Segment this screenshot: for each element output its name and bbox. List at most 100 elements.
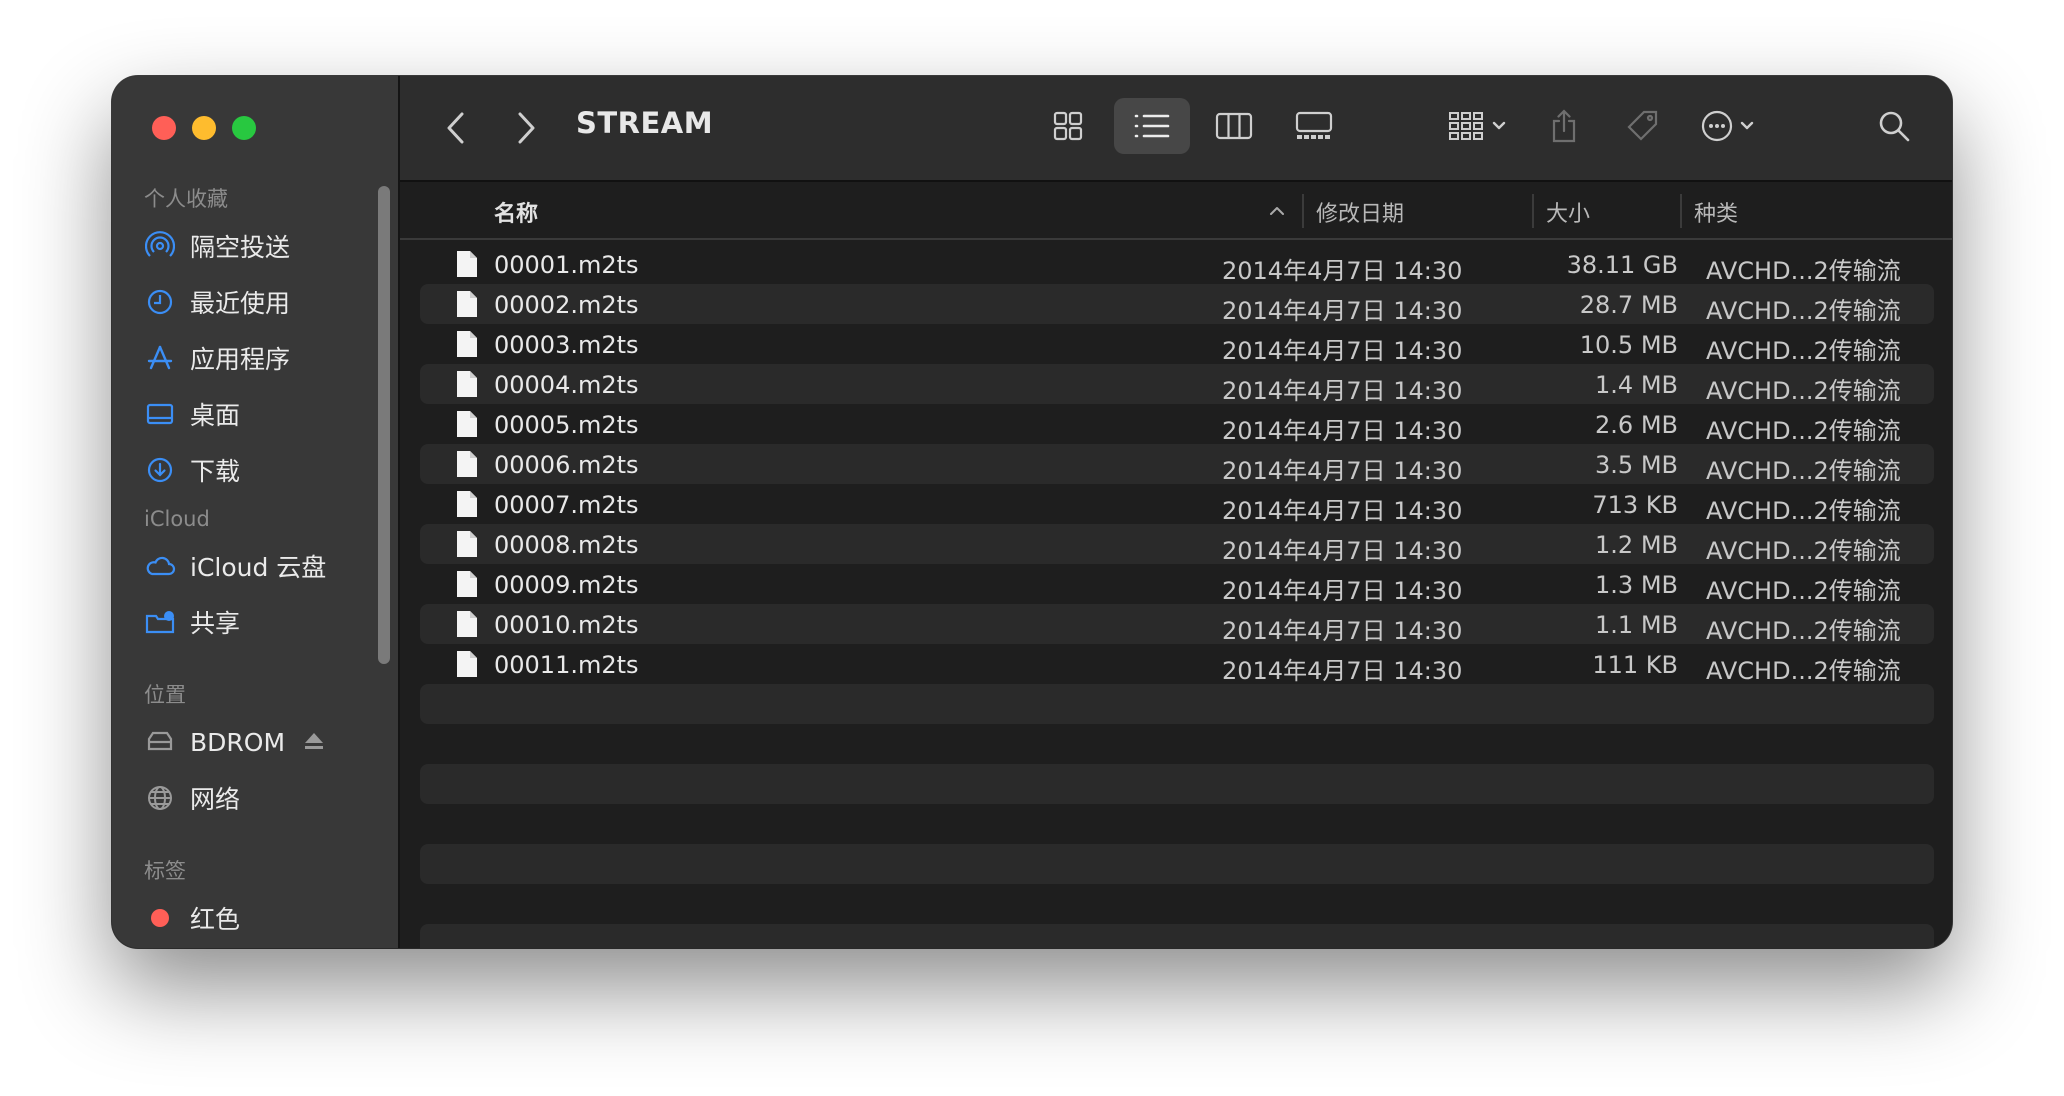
sidebar-scrollbar[interactable] <box>378 186 390 664</box>
file-modified-date: 2014年4月7日 14:30 <box>1222 657 1463 685</box>
file-kind: AVCHD...2传输流 <box>1706 577 1901 605</box>
empty-row <box>420 884 1934 924</box>
file-name: 00001.m2ts <box>494 251 639 279</box>
list-view-button[interactable] <box>1114 98 1190 154</box>
file-kind: AVCHD...2传输流 <box>1706 377 1901 405</box>
sidebar-item-label: 网络 <box>190 785 241 814</box>
file-row[interactable]: 00010.m2ts 2014年4月7日 14:30 1.1 MB AVCHD.… <box>420 604 1934 645</box>
sidebar-item-recents[interactable]: 最近使用 <box>144 274 378 330</box>
document-icon <box>456 250 478 284</box>
document-icon <box>456 530 478 564</box>
sidebar-item-desktop[interactable]: 桌面 <box>144 386 378 442</box>
file-modified-date: 2014年4月7日 14:30 <box>1222 257 1463 285</box>
more-actions-button[interactable] <box>1690 98 1766 154</box>
sidebar-item-shared[interactable]: 共享 <box>144 594 378 650</box>
sidebar-section-icloud: iCloud iCloud 云盘 共享 <box>144 500 378 650</box>
file-row[interactable]: 00005.m2ts 2014年4月7日 14:30 2.6 MB AVCHD.… <box>420 404 1934 445</box>
file-row[interactable]: 00011.m2ts 2014年4月7日 14:30 111 KB AVCHD.… <box>420 644 1934 685</box>
minimize-window-button[interactable] <box>192 116 216 140</box>
file-size: 1.1 MB <box>1595 611 1678 639</box>
sidebar-header-icloud: iCloud <box>144 507 210 531</box>
tag-button[interactable] <box>1614 98 1670 154</box>
share-button[interactable] <box>1536 98 1592 154</box>
file-name: 00006.m2ts <box>494 451 639 479</box>
file-modified-date: 2014年4月7日 14:30 <box>1222 377 1463 405</box>
document-icon <box>456 650 478 684</box>
file-name: 00004.m2ts <box>494 371 639 399</box>
sidebar-section-favorites: 个人收藏 隔空投送 最近使用 应用程序 桌面 下载 <box>144 180 378 498</box>
file-modified-date: 2014年4月7日 14:30 <box>1222 577 1463 605</box>
file-modified-date: 2014年4月7日 14:30 <box>1222 497 1463 525</box>
empty-row <box>420 804 1934 844</box>
file-name: 00009.m2ts <box>494 571 639 599</box>
file-kind: AVCHD...2传输流 <box>1706 257 1901 285</box>
file-row[interactable]: 00006.m2ts 2014年4月7日 14:30 3.5 MB AVCHD.… <box>420 444 1934 485</box>
sidebar-item-label: 红色 <box>190 905 241 934</box>
toolbar: STREAM <box>400 76 1952 182</box>
file-row[interactable]: 00009.m2ts 2014年4月7日 14:30 1.3 MB AVCHD.… <box>420 564 1934 605</box>
back-button[interactable] <box>436 104 476 152</box>
sidebar-item-tag-red[interactable]: 红色 <box>144 890 378 946</box>
sort-ascending-icon[interactable] <box>1268 198 1286 223</box>
window-title: STREAM <box>576 106 714 140</box>
file-modified-date: 2014年4月7日 14:30 <box>1222 417 1463 445</box>
file-size: 111 KB <box>1592 651 1678 679</box>
gallery-view-button[interactable] <box>1286 98 1342 154</box>
file-row[interactable]: 00007.m2ts 2014年4月7日 14:30 713 KB AVCHD.… <box>420 484 1934 525</box>
file-name: 00003.m2ts <box>494 331 639 359</box>
file-name: 00005.m2ts <box>494 411 639 439</box>
file-row[interactable]: 00002.m2ts 2014年4月7日 14:30 28.7 MB AVCHD… <box>420 284 1934 325</box>
group-by-button[interactable] <box>1438 98 1518 154</box>
file-size: 28.7 MB <box>1579 291 1678 319</box>
file-kind: AVCHD...2传输流 <box>1706 297 1901 325</box>
file-name: 00011.m2ts <box>494 651 639 679</box>
sidebar-item-icloud-drive[interactable]: iCloud 云盘 <box>144 538 378 594</box>
column-header-date[interactable]: 修改日期 <box>1316 196 1404 228</box>
file-size: 3.5 MB <box>1595 451 1678 479</box>
file-name: 00008.m2ts <box>494 531 639 559</box>
sidebar-item-label: BDROM <box>190 727 286 757</box>
file-modified-date: 2014年4月7日 14:30 <box>1222 337 1463 365</box>
sidebar-item-network[interactable]: 网络 <box>144 770 378 826</box>
search-button[interactable] <box>1866 98 1922 154</box>
file-size: 1.2 MB <box>1595 531 1678 559</box>
sidebar-item-downloads[interactable]: 下载 <box>144 442 378 498</box>
file-kind: AVCHD...2传输流 <box>1706 337 1901 365</box>
column-header-kind[interactable]: 种类 <box>1694 196 1738 228</box>
sidebar-item-applications[interactable]: 应用程序 <box>144 330 378 386</box>
file-kind: AVCHD...2传输流 <box>1706 457 1901 485</box>
empty-row <box>420 684 1934 724</box>
file-row[interactable]: 00003.m2ts 2014年4月7日 14:30 10.5 MB AVCHD… <box>420 324 1934 365</box>
column-divider[interactable] <box>1532 194 1534 228</box>
zoom-window-button[interactable] <box>232 116 256 140</box>
document-icon <box>456 570 478 604</box>
icon-view-button[interactable] <box>1040 98 1096 154</box>
file-name: 00002.m2ts <box>494 291 639 319</box>
file-modified-date: 2014年4月7日 14:30 <box>1222 537 1463 565</box>
file-kind: AVCHD...2传输流 <box>1706 617 1901 645</box>
sidebar-item-label: 最近使用 <box>190 289 291 318</box>
column-view-button[interactable] <box>1206 98 1262 154</box>
file-modified-date: 2014年4月7日 14:30 <box>1222 457 1463 485</box>
sidebar-item-label: 隔空投送 <box>190 233 291 262</box>
eject-icon[interactable] <box>303 728 325 757</box>
sidebar-item-airdrop[interactable]: 隔空投送 <box>144 218 378 274</box>
sidebar-item-bdrom[interactable]: BDROM <box>144 714 378 770</box>
close-window-button[interactable] <box>152 116 176 140</box>
finder-window: 个人收藏 隔空投送 最近使用 应用程序 桌面 下载 iCloud iCloud … <box>112 76 1952 948</box>
column-header-name[interactable]: 名称 <box>494 196 538 228</box>
file-row[interactable]: 00001.m2ts 2014年4月7日 14:30 38.11 GB AVCH… <box>420 244 1934 285</box>
file-row[interactable]: 00004.m2ts 2014年4月7日 14:30 1.4 MB AVCHD.… <box>420 364 1934 405</box>
applications-icon <box>144 342 176 374</box>
column-header-size[interactable]: 大小 <box>1546 196 1590 228</box>
file-row[interactable]: 00008.m2ts 2014年4月7日 14:30 1.2 MB AVCHD.… <box>420 524 1934 565</box>
shared-folder-icon <box>144 606 176 638</box>
forward-button[interactable] <box>506 104 546 152</box>
file-kind: AVCHD...2传输流 <box>1706 657 1901 685</box>
desktop-icon <box>144 398 176 430</box>
document-icon <box>456 490 478 524</box>
empty-row <box>420 724 1934 764</box>
column-divider[interactable] <box>1680 194 1682 228</box>
sidebar-header-tags: 标签 <box>144 859 186 883</box>
column-divider[interactable] <box>1302 194 1304 228</box>
